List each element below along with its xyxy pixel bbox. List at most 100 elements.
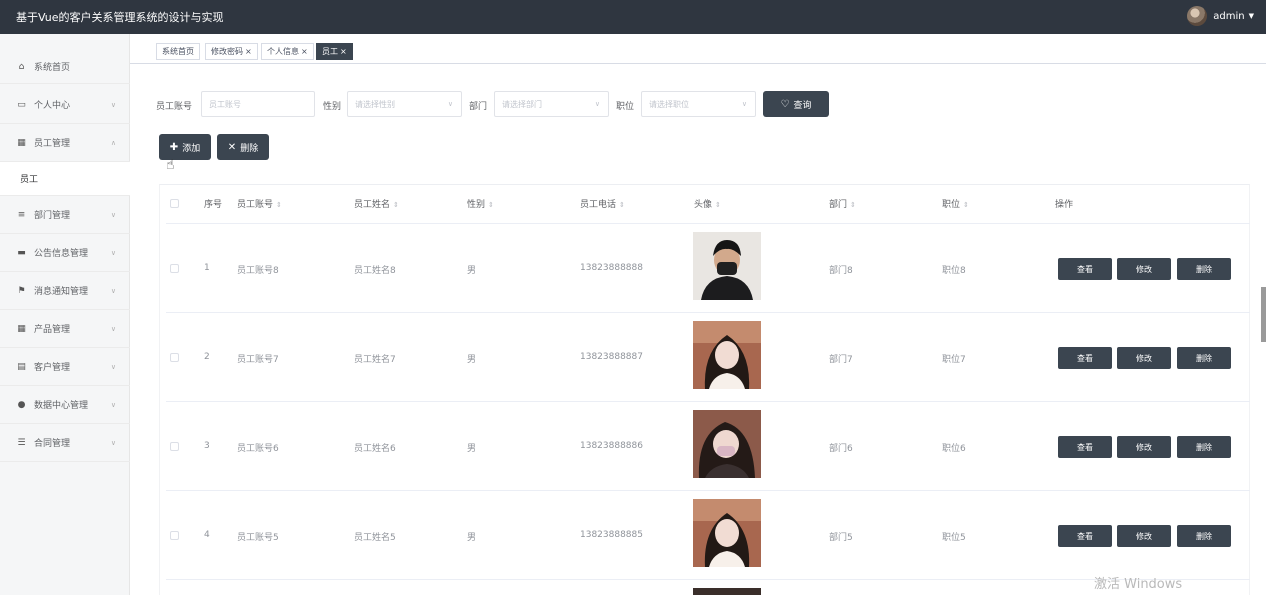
sidebar-item-customer-management[interactable]: ▤ 客户管理 ∨ — [0, 348, 130, 386]
sidebar-item-label: 个人中心 — [34, 101, 71, 111]
close-icon[interactable]: × — [340, 47, 347, 56]
cell-index: 1 — [204, 263, 210, 273]
add-button-label: 添加 — [182, 143, 201, 154]
row-delete-button[interactable]: 删除 — [1177, 436, 1231, 458]
chevron-down-icon: ∨ — [741, 100, 747, 108]
row-delete-button[interactable]: 删除 — [1177, 525, 1231, 547]
view-button[interactable]: 查看 — [1058, 525, 1112, 547]
windows-activation-watermark: 激活 Windows — [1094, 577, 1183, 592]
tab-employee[interactable]: 员工 × — [316, 43, 353, 60]
header-phone[interactable]: 员工电话 ⇕ — [580, 197, 625, 210]
sidebar-item-personal-center[interactable]: ▭ 个人中心 ∨ — [0, 86, 130, 124]
sort-icon[interactable]: ⇕ — [276, 201, 282, 209]
view-button[interactable]: 查看 — [1058, 347, 1112, 369]
sidebar-item-employee-management[interactable]: ▦ 员工管理 ∧ — [0, 124, 130, 162]
cell-gender: 男 — [467, 266, 477, 276]
sidebar-item-announcement-management[interactable]: ▬ 公告信息管理 ∨ — [0, 234, 130, 272]
user-menu[interactable]: admin ▼ — [1187, 5, 1254, 27]
sidebar-item-label: 消息通知管理 — [34, 287, 89, 297]
cell-position: 职位8 — [942, 266, 966, 276]
chevron-down-icon[interactable]: ▼ — [1249, 12, 1254, 20]
sidebar-subitem-employee[interactable]: 员工 — [0, 162, 130, 196]
sort-icon[interactable]: ⇕ — [393, 201, 399, 209]
dept-placeholder: 请选择部门 — [502, 99, 542, 109]
view-button[interactable]: 查看 — [1058, 436, 1112, 458]
cell-phone: 13823888885 — [580, 530, 643, 540]
row-divider — [166, 490, 1250, 491]
close-icon[interactable]: × — [245, 47, 252, 56]
sort-icon[interactable]: ⇕ — [850, 201, 856, 209]
view-button[interactable]: 查看 — [1058, 258, 1112, 280]
sidebar-item-label: 员工管理 — [34, 139, 71, 149]
page-scrollbar[interactable] — [1261, 287, 1266, 342]
delete-button[interactable]: ✕ 删除 — [217, 134, 269, 160]
account-filter-label: 员工账号 — [156, 102, 193, 112]
header-avatar[interactable]: 头像 ⇕ — [694, 197, 721, 210]
header-account[interactable]: 员工账号 ⇕ — [237, 197, 282, 210]
row-checkbox[interactable] — [170, 442, 179, 451]
employee-avatar-image — [693, 499, 761, 567]
row-delete-button[interactable]: 删除 — [1177, 258, 1231, 280]
sidebar-item-label: 系统首页 — [34, 63, 71, 73]
header-label: 部门 — [829, 200, 848, 210]
edit-button[interactable]: 修改 — [1117, 258, 1171, 280]
header-label: 员工电话 — [580, 200, 617, 210]
sidebar-item-department-management[interactable]: ≡ 部门管理 ∨ — [0, 196, 130, 234]
sidebar-item-contract-management[interactable]: ☰ 合同管理 ∨ — [0, 424, 130, 462]
edit-button[interactable]: 修改 — [1117, 436, 1171, 458]
cell-account: 员工账号7 — [237, 355, 279, 365]
sidebar-item-data-center-management[interactable]: ● 数据中心管理 ∨ — [0, 386, 130, 424]
tab-change-password[interactable]: 修改密码 × — [205, 43, 258, 60]
list-icon: ≡ — [17, 209, 26, 220]
sidebar-item-notification-management[interactable]: ⚑ 消息通知管理 ∨ — [0, 272, 130, 310]
sort-icon[interactable]: ⇕ — [715, 201, 721, 209]
monitor-icon: ▭ — [17, 99, 26, 110]
cell-index: 2 — [204, 352, 210, 362]
row-checkbox[interactable] — [170, 531, 179, 540]
row-checkbox[interactable] — [170, 264, 179, 273]
sidebar: ⌂ 系统首页 ▭ 个人中心 ∨ ▦ 员工管理 ∧ 员工 ≡ 部门管理 ∨ ▬ 公… — [0, 34, 130, 595]
tab-home[interactable]: 系统首页 — [156, 43, 200, 60]
sort-icon[interactable]: ⇕ — [619, 201, 625, 209]
row-checkbox[interactable] — [170, 353, 179, 362]
cell-gender: 男 — [467, 444, 477, 454]
header-label: 职位 — [942, 200, 961, 210]
plus-icon: ✚ — [169, 141, 179, 153]
sidebar-item-home[interactable]: ⌂ 系统首页 — [0, 50, 130, 84]
sidebar-item-product-management[interactable]: ▦ 产品管理 ∨ — [0, 310, 130, 348]
close-icon: ✕ — [227, 141, 237, 153]
user-icon: ● — [17, 399, 26, 410]
tab-personal-info[interactable]: 个人信息 × — [261, 43, 314, 60]
select-all-checkbox[interactable] — [170, 199, 179, 208]
dept-select[interactable]: 请选择部门 ∨ — [494, 91, 609, 117]
sort-icon[interactable]: ⇕ — [963, 201, 969, 209]
header-dept[interactable]: 部门 ⇕ — [829, 197, 856, 210]
close-icon[interactable]: × — [301, 47, 308, 56]
app-title: 基于Vue的客户关系管理系统的设计与实现 — [16, 11, 224, 24]
header-name[interactable]: 员工姓名 ⇕ — [354, 197, 399, 210]
query-button-label: 查询 — [793, 100, 812, 111]
chevron-down-icon: ∨ — [110, 286, 116, 295]
cell-index: 3 — [204, 441, 210, 451]
chevron-up-icon: ∧ — [110, 138, 116, 147]
cell-position: 职位6 — [942, 444, 966, 454]
header-label: 员工账号 — [237, 200, 274, 210]
account-search-input[interactable]: 员工账号 — [201, 91, 315, 117]
edit-button[interactable]: 修改 — [1117, 525, 1171, 547]
header-position[interactable]: 职位 ⇕ — [942, 197, 969, 210]
gender-placeholder: 请选择性别 — [355, 99, 395, 109]
query-button[interactable]: ♡ 查询 — [763, 91, 829, 117]
avatar[interactable] — [1187, 6, 1208, 26]
header-label: 头像 — [694, 200, 713, 210]
gender-select[interactable]: 请选择性别 ∨ — [347, 91, 462, 117]
position-select[interactable]: 请选择职位 ∨ — [641, 91, 756, 117]
header-gender[interactable]: 性别 ⇕ — [467, 197, 494, 210]
row-delete-button[interactable]: 删除 — [1177, 347, 1231, 369]
username[interactable]: admin — [1213, 11, 1244, 22]
chevron-down-icon: ∨ — [110, 210, 116, 219]
sidebar-item-label: 产品管理 — [34, 325, 71, 335]
edit-button[interactable]: 修改 — [1117, 347, 1171, 369]
dept-filter-label: 部门 — [469, 102, 488, 112]
sort-icon[interactable]: ⇕ — [488, 201, 494, 209]
cell-name: 员工姓名8 — [354, 266, 396, 276]
